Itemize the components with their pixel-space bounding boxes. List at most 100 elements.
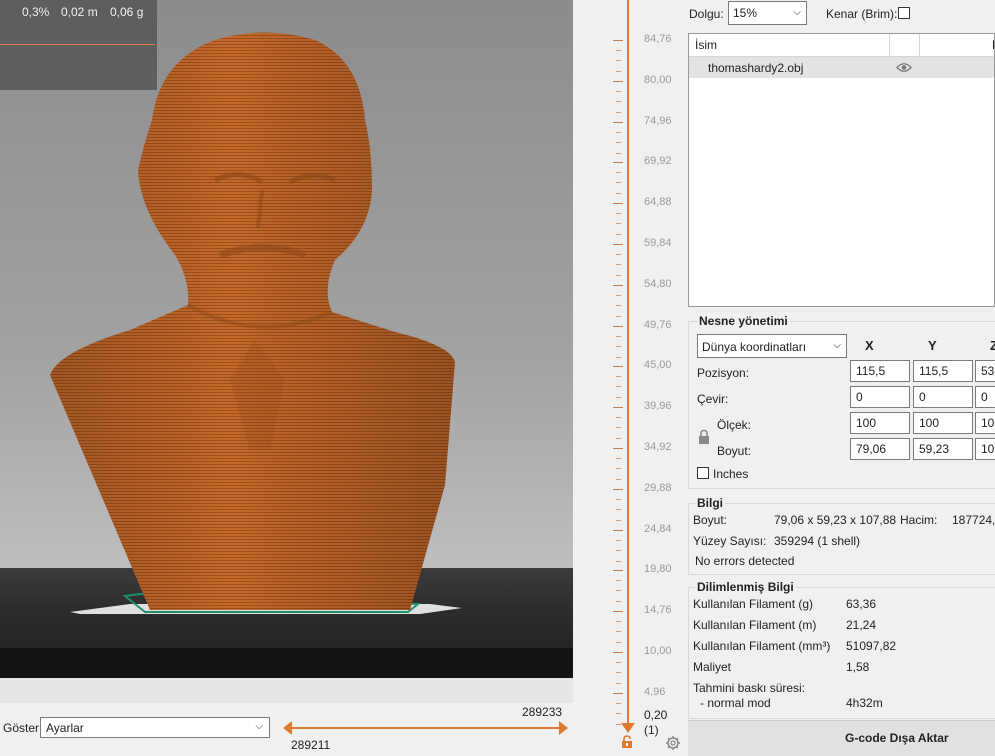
gear-icon[interactable] [665,735,681,751]
show-select[interactable]: Ayarlar ⌵ [40,717,270,738]
column-y-header: Y [928,338,937,353]
layer-minor-tick [616,509,621,510]
rotation-y-value: 0 [919,390,926,404]
layer-tick-label: 10,00 [644,645,672,657]
export-gcode-button[interactable]: G-code Dışa Aktar [688,720,995,756]
layer-tick [613,162,623,163]
layer-minor-tick [616,71,621,72]
position-y-field[interactable]: 115,5 [913,360,973,382]
layer-slider-handle[interactable] [621,723,635,733]
layer-minor-tick [616,305,621,306]
show-select-value: Ayarlar [46,721,84,735]
stats-meters: 0,02 m [61,5,98,19]
brim-checkbox[interactable] [898,7,910,19]
sliced-info-title: Dilimlenmiş Bilgi [695,580,796,594]
position-z-field[interactable]: 53, [975,360,995,382]
scale-y-value: 100 [919,416,940,430]
filament-m-value: 21,24 [846,618,877,632]
column-name-header[interactable]: İsim [695,38,717,52]
position-x-field[interactable]: 115,5 [850,360,910,382]
layer-minor-tick [616,295,621,296]
layer-tick-label: 24,84 [644,523,672,535]
layer-minor-tick [616,458,621,459]
layer-minor-tick [616,438,621,439]
rotation-x-value: 0 [856,390,863,404]
layer-minor-tick [616,254,621,255]
layer-bottom-value: 0,20 [644,708,668,722]
column-separator [919,34,920,56]
scale-y-field[interactable]: 100 [913,412,973,434]
layer-tick [613,40,623,41]
size-z-value: 107 [981,442,995,456]
layer-minor-tick [616,580,621,581]
layer-tick [613,407,623,408]
size-x-value: 79,06 [856,442,887,456]
layer-minor-tick [616,662,621,663]
eye-icon[interactable] [896,62,912,73]
layer-minor-tick [616,193,621,194]
layer-minor-tick [616,642,621,643]
cost-label: Maliyet [693,660,732,674]
3d-viewport[interactable]: 0,3% 0,02 m 0,06 g [0,0,573,703]
size-x-field[interactable]: 79,06 [850,438,910,460]
cost-value: 1,58 [846,660,870,674]
layer-tick-label: 74,96 [644,115,672,127]
inches-checkbox[interactable] [697,467,709,479]
stats-overlay: 0,3% 0,02 m 0,06 g [0,0,157,90]
layer-tick-label: 80,00 [644,74,672,86]
layer-minor-tick [616,386,621,387]
rotation-y-field[interactable]: 0 [913,386,973,408]
layer-tick [613,448,623,449]
rotation-x-field[interactable]: 0 [850,386,910,408]
coordinate-system-value: Dünya koordinatları [702,340,807,354]
layer-minor-tick [616,336,621,337]
layer-tick-label: 69,92 [644,155,672,167]
layer-minor-tick [616,550,621,551]
filament-mm3-label: Kullanılan Filament (mm³) [693,639,831,653]
position-z-value: 53, [981,364,995,378]
info-errors: No errors detected [695,554,795,568]
size-z-field[interactable]: 107 [975,438,995,460]
scale-x-field[interactable]: 100 [850,412,910,434]
layer-minor-tick [616,561,621,562]
layer-minor-tick [616,672,621,673]
slider-right-handle[interactable] [559,721,568,735]
layer-minor-tick [616,213,621,214]
chevron-down-icon: ⌵ [833,340,841,351]
layer-tick [613,244,623,245]
padlock-icon[interactable] [697,429,711,445]
layer-tick [613,693,623,694]
scale-z-field[interactable]: 100 [975,412,995,434]
slider-left-handle[interactable] [283,721,292,735]
layer-tick-label: 4,96 [644,686,666,698]
object-list-row[interactable]: thomashardy2.obj [689,57,994,78]
layer-minor-tick [616,621,621,622]
filament-g-label: Kullanılan Filament (g) [693,597,814,611]
infill-value: 15% [733,6,758,20]
slider-track [289,727,562,729]
layer-minor-tick [616,724,621,725]
layer-slider-track[interactable] [627,0,629,728]
layer-tick [613,326,623,327]
layer-tick-label: 45,00 [644,359,672,371]
horizontal-move-slider[interactable] [283,721,568,735]
size-y-field[interactable]: 59,23 [913,438,973,460]
layer-minor-tick [616,427,621,428]
layer-tick [613,81,623,82]
layer-minor-tick [616,264,621,265]
layer-minor-tick [616,316,621,317]
layer-minor-tick [616,346,621,347]
infill-select[interactable]: 15% ⌵ [728,1,807,25]
layer-minor-tick [616,397,621,398]
object-list[interactable]: İsim E thomashardy2.obj [688,33,995,307]
info-title: Bilgi [695,496,725,510]
coordinate-system-select[interactable]: Dünya koordinatları ⌵ [697,334,847,358]
layer-tick [613,285,623,286]
lock-icon[interactable] [620,735,634,749]
stats-divider [0,44,155,45]
layer-minor-tick [616,417,621,418]
rotation-z-field[interactable]: 0 [975,386,995,408]
layer-tick-label: 39,96 [644,400,672,412]
layer-tick-label: 34,92 [644,441,672,453]
info-volume-label: Hacim: [900,513,938,527]
